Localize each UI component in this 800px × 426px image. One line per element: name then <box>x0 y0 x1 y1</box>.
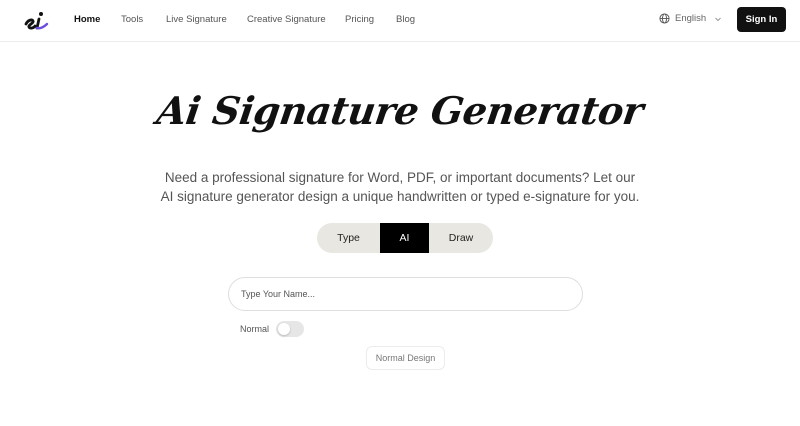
top-navbar: Home Tools Live Signature Creative Signa… <box>0 0 800 42</box>
tab-ai[interactable]: AI <box>380 223 429 253</box>
mode-tabs: Type AI Draw <box>317 223 493 253</box>
mode-toggle[interactable] <box>276 321 304 337</box>
nav-blog[interactable]: Blog <box>396 14 415 25</box>
nav-creative-signature[interactable]: Creative Signature <box>247 14 326 25</box>
language-selector[interactable]: English <box>659 13 722 24</box>
tab-draw[interactable]: Draw <box>429 223 493 253</box>
globe-icon <box>659 13 670 24</box>
normal-design-button[interactable]: Normal Design <box>366 346 445 370</box>
nav-tools[interactable]: Tools <box>121 14 143 25</box>
name-input[interactable] <box>228 277 583 311</box>
normal-mode-label: Normal <box>240 324 270 334</box>
brand-logo[interactable] <box>22 6 50 34</box>
page-subtitle: Need a professional signature for Word, … <box>160 170 640 204</box>
nav-home[interactable]: Home <box>74 14 100 25</box>
page-title: Ai Signature Generator <box>154 88 646 133</box>
toggle-knob <box>278 323 290 335</box>
chevron-down-icon <box>715 17 722 21</box>
sign-in-button[interactable]: Sign In <box>737 7 786 32</box>
tab-type[interactable]: Type <box>317 223 380 253</box>
nav-pricing[interactable]: Pricing <box>345 14 374 25</box>
nav-live-signature[interactable]: Live Signature <box>166 14 227 25</box>
language-label: English <box>675 13 707 24</box>
